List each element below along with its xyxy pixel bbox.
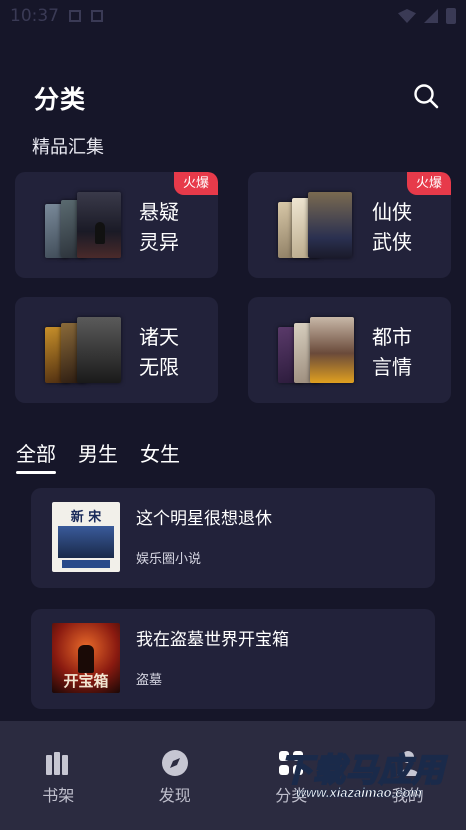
hot-badge: 火爆 bbox=[174, 172, 218, 195]
list-item[interactable]: 新 宋 这个明星很想退休 娱乐圈小说 bbox=[31, 488, 435, 588]
filter-tabs: 全部 男生 女生 bbox=[16, 438, 180, 474]
cover-stack bbox=[278, 317, 368, 383]
category-label-line1: 仙侠 bbox=[372, 200, 412, 224]
category-card-suspense[interactable]: 悬疑 灵异 火爆 bbox=[15, 172, 218, 278]
category-label-line2: 灵异 bbox=[139, 230, 179, 254]
bookshelf-icon bbox=[46, 752, 69, 775]
book-title: 我在盗墓世界开宝箱 bbox=[136, 630, 289, 650]
wifi-icon bbox=[398, 9, 416, 23]
battery-icon bbox=[446, 8, 456, 24]
cover-stack bbox=[45, 192, 135, 258]
cover-stack bbox=[278, 192, 368, 258]
tab-all[interactable]: 全部 bbox=[16, 438, 56, 474]
book-cover: 开宝箱 bbox=[52, 623, 120, 693]
header: 分类 bbox=[0, 70, 466, 122]
book-cover: 新 宋 bbox=[52, 502, 120, 572]
nav-label: 发现 bbox=[158, 786, 191, 805]
status-time: 10:37 bbox=[10, 6, 59, 26]
signal-icon bbox=[424, 9, 438, 23]
page-title: 分类 bbox=[34, 85, 87, 114]
category-label-line1: 都市 bbox=[372, 325, 412, 349]
cover-stack bbox=[45, 317, 135, 383]
nav-bookshelf[interactable]: 书架 bbox=[0, 721, 117, 830]
watermark-url: www.xiazaimao.com bbox=[296, 785, 423, 801]
tab-female[interactable]: 女生 bbox=[140, 438, 180, 472]
book-genre: 盗墓 bbox=[136, 673, 163, 688]
nav-label: 书架 bbox=[42, 786, 75, 805]
cover-title: 新 宋 bbox=[70, 510, 102, 525]
category-label-line1: 悬疑 bbox=[139, 200, 179, 224]
search-button[interactable] bbox=[412, 82, 440, 110]
category-label-line2: 武侠 bbox=[372, 230, 412, 254]
category-label-line2: 无限 bbox=[139, 355, 179, 379]
tab-male[interactable]: 男生 bbox=[78, 438, 118, 472]
category-label-line2: 言情 bbox=[372, 355, 412, 379]
status-bar: 10:37 bbox=[0, 0, 466, 32]
book-genre: 娱乐圈小说 bbox=[136, 552, 202, 567]
watermark: 下载马应用 www.xiazaimao.com bbox=[274, 745, 466, 805]
search-icon bbox=[414, 84, 439, 109]
category-card-xianxia[interactable]: 仙侠 武侠 火爆 bbox=[248, 172, 451, 278]
nav-discover[interactable]: 发现 bbox=[117, 721, 234, 830]
notification-icon bbox=[91, 10, 103, 22]
cover-title: 开宝箱 bbox=[63, 672, 109, 690]
book-title: 这个明星很想退休 bbox=[136, 509, 272, 529]
list-item[interactable]: 开宝箱 我在盗墓世界开宝箱 盗墓 bbox=[31, 609, 435, 709]
category-card-infinite[interactable]: 诸天 无限 bbox=[15, 297, 218, 403]
section-title: 精品汇集 bbox=[32, 137, 104, 158]
category-card-urban[interactable]: 都市 言情 bbox=[248, 297, 451, 403]
notification-icon bbox=[69, 10, 81, 22]
category-label-line1: 诸天 bbox=[139, 325, 179, 349]
compass-icon bbox=[161, 750, 188, 776]
hot-badge: 火爆 bbox=[407, 172, 451, 195]
